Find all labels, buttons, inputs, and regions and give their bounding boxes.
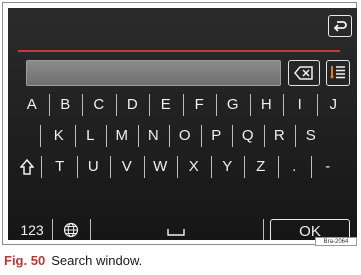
- space-icon: [167, 229, 185, 236]
- key-separator: [263, 219, 264, 240]
- header-divider: [18, 50, 340, 52]
- key-a[interactable]: A: [16, 94, 48, 116]
- shift-key[interactable]: [16, 156, 38, 178]
- key-r[interactable]: R: [265, 125, 295, 147]
- key-period[interactable]: .: [279, 156, 311, 178]
- key-separator: [52, 219, 53, 240]
- search-input[interactable]: [26, 60, 281, 86]
- key-z[interactable]: Z: [245, 156, 277, 178]
- key-separator: [41, 156, 42, 178]
- back-icon: [333, 21, 347, 32]
- space-key[interactable]: [96, 219, 256, 240]
- list-icon: [330, 66, 345, 79]
- key-h[interactable]: H: [251, 94, 283, 116]
- key-o[interactable]: O: [170, 125, 200, 147]
- language-key[interactable]: [58, 219, 84, 240]
- infotainment-screen: ABCDEFGHIJ KLMNOPQRS TUVWXYZ.- 123 OK: [8, 8, 357, 240]
- key-m[interactable]: M: [107, 125, 137, 147]
- backspace-button[interactable]: [288, 60, 320, 86]
- key-s[interactable]: S: [296, 125, 326, 147]
- key-n[interactable]: N: [139, 125, 169, 147]
- key-g[interactable]: G: [217, 94, 249, 116]
- key-b[interactable]: B: [50, 94, 82, 116]
- figure-caption: Fig. 50 Search window.: [4, 253, 142, 268]
- key-k[interactable]: K: [44, 125, 74, 147]
- key-q[interactable]: Q: [233, 125, 263, 147]
- key-j[interactable]: J: [318, 94, 350, 116]
- key-hyphen[interactable]: -: [312, 156, 344, 178]
- key-f[interactable]: F: [184, 94, 216, 116]
- key-separator: [90, 219, 91, 240]
- key-c[interactable]: C: [83, 94, 115, 116]
- figure-number: Fig. 50: [4, 253, 46, 268]
- key-e[interactable]: E: [150, 94, 182, 116]
- caption-text: Search window.: [51, 253, 143, 268]
- key-l[interactable]: L: [76, 125, 106, 147]
- key-separator: [40, 125, 41, 147]
- key-u[interactable]: U: [78, 156, 110, 178]
- backspace-icon: [294, 66, 313, 80]
- results-list-button[interactable]: [326, 60, 350, 86]
- key-d[interactable]: D: [117, 94, 149, 116]
- numbers-mode-key[interactable]: 123: [14, 219, 50, 240]
- key-x[interactable]: X: [178, 156, 210, 178]
- globe-icon: [63, 222, 79, 238]
- key-y[interactable]: Y: [212, 156, 244, 178]
- back-button[interactable]: [328, 15, 352, 37]
- key-v[interactable]: V: [111, 156, 143, 178]
- key-w[interactable]: W: [145, 156, 177, 178]
- key-p[interactable]: P: [202, 125, 232, 147]
- key-i[interactable]: I: [284, 94, 316, 116]
- key-t[interactable]: T: [44, 156, 76, 178]
- figure-frame: ABCDEFGHIJ KLMNOPQRS TUVWXYZ.- 123 OK: [2, 2, 357, 245]
- figure-code: Bra-2064: [315, 237, 357, 246]
- shift-icon: [20, 159, 34, 175]
